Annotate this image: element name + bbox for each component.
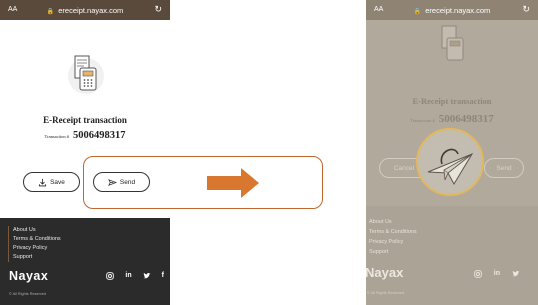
instagram-icon[interactable]: [106, 272, 115, 280]
nayax-logo: Nayax: [9, 269, 49, 283]
reload-icon[interactable]: ↻: [154, 4, 162, 15]
footer-link-support[interactable]: Support: [369, 247, 417, 257]
receipt-terminal-icon: [68, 55, 104, 94]
right-arrow-icon: [207, 168, 259, 198]
url-text: ereceipt.nayax.com: [58, 6, 124, 15]
transaction-number: 5006498317: [438, 113, 494, 125]
sending-paper-plane-spinner: [416, 128, 484, 196]
address-url[interactable]: 🔒 ereceipt.nayax.com: [366, 6, 538, 15]
linkedin-icon[interactable]: in: [125, 272, 131, 280]
footer-link-about[interactable]: About Us: [13, 226, 61, 235]
left-phone-screen: AA 🔒 ereceipt.nayax.com ↻ E-Receipt tran…: [0, 0, 170, 305]
browser-address-bar: AA 🔒 ereceipt.nayax.com ↻: [0, 0, 170, 20]
transaction-row: Transaction # 5006498317: [0, 130, 170, 141]
footer-link-privacy[interactable]: Privacy Policy: [13, 244, 61, 253]
transaction-number: 5006498317: [72, 130, 126, 141]
copyright-text: © All Rights Reserved: [367, 291, 404, 295]
twitter-icon[interactable]: [512, 270, 520, 278]
save-button-label: Save: [50, 178, 65, 186]
twitter-icon[interactable]: [143, 272, 151, 280]
page-title: E-Receipt transaction: [43, 115, 127, 125]
transaction-label: Transaction #: [44, 134, 69, 139]
browser-address-bar: AA 🔒 ereceipt.nayax.com ↻: [366, 0, 538, 20]
lock-icon: 🔒: [46, 9, 55, 15]
linkedin-icon[interactable]: in: [494, 270, 500, 278]
social-links: in f: [106, 272, 164, 280]
footer-link-about[interactable]: About Us: [369, 217, 417, 227]
copyright-text: © All Rights Reserved: [9, 292, 46, 296]
lock-icon: 🔒: [413, 9, 422, 15]
save-button[interactable]: Save: [23, 172, 80, 192]
transaction-label: Transaction #: [410, 118, 435, 123]
social-links: in: [474, 270, 520, 278]
footer-links: About Us Terms & Conditions Privacy Poli…: [369, 217, 417, 257]
right-phone-screen-sending: AA 🔒 ereceipt.nayax.com ↻ E-Receipt tran…: [366, 0, 538, 305]
footer-link-terms[interactable]: Terms & Conditions: [369, 227, 417, 237]
receipt-terminal-icon: [441, 25, 464, 61]
footer-link-support[interactable]: Support: [13, 253, 61, 262]
address-url[interactable]: 🔒 ereceipt.nayax.com: [0, 6, 170, 15]
transaction-row: Transaction # 5006498317: [366, 113, 538, 125]
footer-link-terms[interactable]: Terms & Conditions: [13, 235, 61, 244]
url-text: ereceipt.nayax.com: [425, 6, 491, 15]
instagram-icon[interactable]: [474, 270, 482, 278]
reload-icon[interactable]: ↻: [522, 4, 530, 15]
footer-link-privacy[interactable]: Privacy Policy: [369, 237, 417, 247]
download-icon: [39, 178, 47, 186]
facebook-icon[interactable]: f: [162, 272, 164, 280]
footer-links: About Us Terms & Conditions Privacy Poli…: [8, 226, 61, 262]
send-button[interactable]: Send: [484, 158, 524, 178]
send-button-highlight: [83, 156, 323, 209]
page-title: E-Receipt transaction: [412, 96, 492, 106]
nayax-logo: Nayax: [366, 265, 404, 280]
